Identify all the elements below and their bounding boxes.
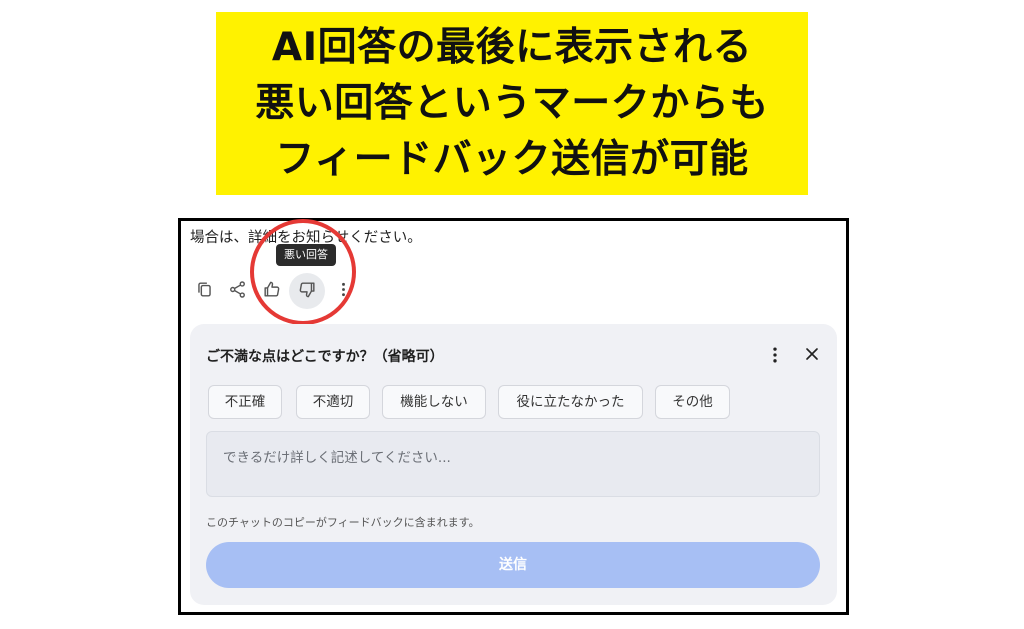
headline-line-2: 悪い回答というマークからも — [255, 80, 769, 126]
share-icon — [228, 280, 247, 303]
thumbs-up-button[interactable] — [257, 277, 285, 305]
headline-line-1: AI回答の最後に表示される — [271, 24, 753, 70]
thumbs-up-icon — [262, 280, 281, 303]
chip-not-helpful[interactable]: 役に立たなかった — [498, 385, 643, 419]
submit-button[interactable]: 送信 — [206, 542, 820, 588]
headline-banner: AI回答の最後に表示される 悪い回答というマークからも フィードバック送信が可能 — [216, 12, 808, 195]
feedback-menu-button[interactable] — [764, 346, 786, 368]
more-vertical-icon — [765, 345, 785, 369]
feedback-title: ご不満な点はどこですか？（省略可） — [206, 349, 444, 365]
thumbs-down-icon — [298, 280, 317, 303]
more-vertical-icon — [334, 280, 353, 303]
copy-icon — [195, 280, 214, 303]
thumbs-down-button[interactable] — [289, 273, 325, 309]
chip-inappropriate[interactable]: 不適切 — [296, 385, 370, 419]
close-button[interactable] — [800, 344, 824, 368]
feedback-textarea[interactable]: できるだけ詳しく記述してください... — [206, 431, 820, 497]
feedback-note: このチャットのコピーがフィードバックに含まれます。 — [206, 516, 480, 529]
share-button[interactable] — [223, 277, 251, 305]
bad-answer-tooltip: 悪い回答 — [276, 244, 336, 266]
chip-not-working[interactable]: 機能しない — [382, 385, 486, 419]
chip-inaccurate[interactable]: 不正確 — [208, 385, 282, 419]
more-options-button[interactable] — [329, 277, 357, 305]
chip-other[interactable]: その他 — [655, 385, 730, 419]
copy-button[interactable] — [190, 277, 218, 305]
close-icon — [802, 344, 822, 368]
headline-line-3: フィードバック送信が可能 — [275, 136, 749, 182]
